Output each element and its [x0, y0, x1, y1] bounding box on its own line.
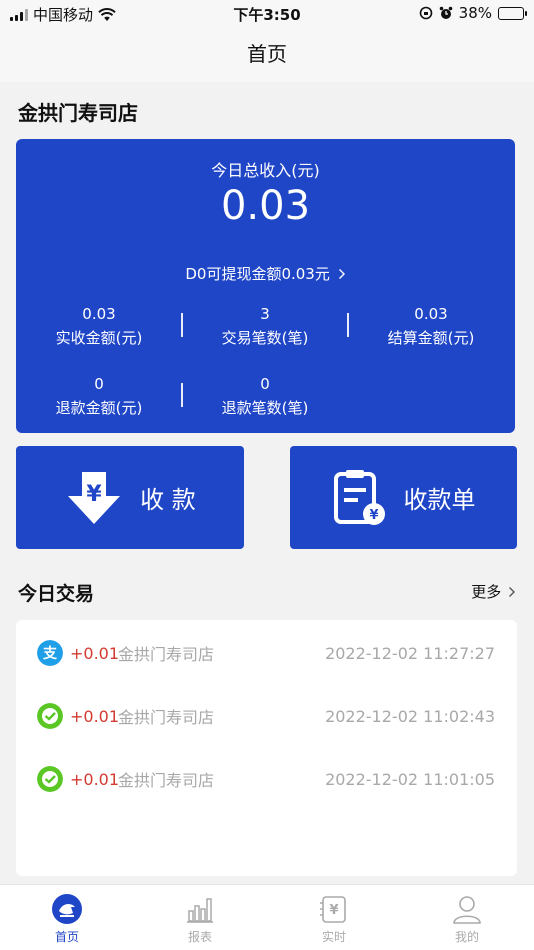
transaction-merchant: 金拱门寿司店	[118, 708, 215, 727]
transaction-amount: +0.01	[70, 643, 120, 663]
transaction-row[interactable]: 支 +0.01 金拱门寿司店 2022-12-02 11:27:27	[16, 633, 517, 673]
transaction-amount: +0.01	[70, 706, 120, 726]
today-transactions-title: 今日交易	[18, 583, 95, 605]
transaction-datetime: 2022-12-02 11:01:05	[325, 769, 495, 789]
download-yuan-icon: ¥	[68, 471, 121, 524]
chevron-right-icon	[509, 587, 515, 597]
transaction-merchant: 金拱门寿司店	[118, 645, 215, 664]
status-bar: 中国移动 下午3:50 38%	[0, 0, 534, 28]
transaction-datetime: 2022-12-02 11:27:27	[325, 643, 495, 663]
chevron-right-icon	[338, 269, 345, 279]
profile-icon	[453, 896, 481, 924]
battery-icon	[498, 6, 527, 20]
page-title: 首页	[247, 42, 287, 66]
alipay-icon: 支	[37, 640, 63, 666]
transaction-amount: +0.01	[70, 769, 120, 789]
nav-bar: 首页	[0, 28, 534, 82]
summary-card: 今日总收入(元) 0.03 D0可提现金额0.03元 0.03 实收金额(元) …	[16, 139, 515, 433]
tab-profile-label: 我的	[454, 930, 479, 944]
withdraw-text: D0可提现金额0.03元	[185, 265, 330, 283]
transaction-row[interactable]: +0.01 金拱门寿司店 2022-12-02 11:01:05	[16, 759, 517, 799]
tab-realtime[interactable]: ¥ 实时	[294, 893, 374, 945]
tab-home-label: 首页	[54, 930, 79, 944]
svg-text:¥: ¥	[329, 903, 338, 918]
rotation-lock-icon	[419, 6, 432, 20]
withdraw-link[interactable]: D0可提现金额0.03元	[16, 263, 515, 284]
tab-bar: 首页 报表 ¥ 实时 我的	[0, 884, 534, 950]
wechat-pay-icon	[37, 766, 63, 792]
report-icon	[187, 898, 213, 923]
svg-text:¥: ¥	[87, 482, 103, 507]
transaction-merchant: 金拱门寿司店	[118, 771, 215, 790]
transaction-list: 支 +0.01 金拱门寿司店 2022-12-02 11:27:27 +0.01…	[16, 620, 517, 876]
svg-text:¥: ¥	[369, 508, 378, 523]
stat-tx-count: 3 交易笔数(笔)	[221, 305, 309, 347]
home-icon	[52, 894, 82, 924]
tab-realtime-label: 实时	[321, 930, 346, 944]
transaction-datetime: 2022-12-02 11:02:43	[325, 706, 495, 726]
realtime-icon: ¥	[320, 896, 346, 923]
svg-text:支: 支	[42, 645, 58, 662]
tab-home[interactable]: 首页	[27, 893, 107, 945]
income-label: 今日总收入(元)	[211, 161, 320, 180]
collect-button[interactable]: ¥ 收 款	[16, 446, 244, 549]
more-link[interactable]: 更多	[471, 581, 516, 602]
income-value: 0.03	[220, 183, 311, 229]
shop-name: 金拱门寿司店	[18, 101, 138, 125]
wechat-pay-icon	[37, 703, 63, 729]
receipt-list-button[interactable]: ¥ 收款单	[290, 446, 517, 549]
tab-report[interactable]: 报表	[160, 893, 240, 945]
tab-report-label: 报表	[187, 930, 212, 944]
tab-profile[interactable]: 我的	[427, 893, 507, 945]
transaction-row[interactable]: +0.01 金拱门寿司店 2022-12-02 11:02:43	[16, 696, 517, 736]
battery-percent: 38%	[458, 4, 492, 22]
stat-refund-count: 0 退款笔数(笔)	[221, 375, 309, 417]
stat-settled: 0.03 结算金额(元)	[387, 305, 475, 347]
more-label: 更多	[471, 583, 502, 601]
receipt-list-label: 收款单	[403, 486, 476, 514]
alarm-icon	[439, 6, 452, 19]
stat-received: 0.03 实收金额(元)	[55, 305, 143, 347]
collect-label: 收 款	[140, 486, 196, 514]
receipt-list-icon: ¥	[333, 469, 385, 525]
stat-refund-amount: 0 退款金额(元)	[55, 375, 143, 417]
